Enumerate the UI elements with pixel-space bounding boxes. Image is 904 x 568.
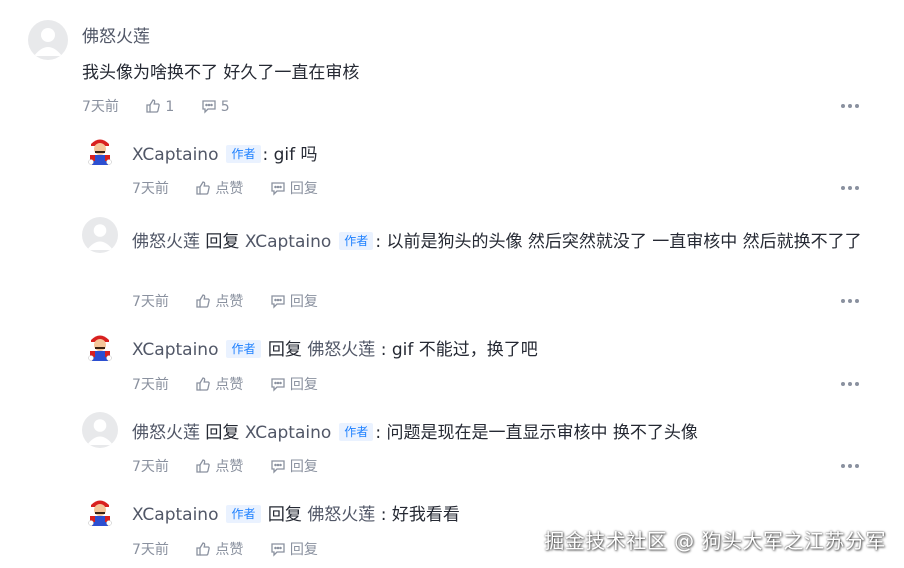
reply-button[interactable]: 回复 — [270, 293, 318, 311]
like-button[interactable]: 点赞 — [195, 541, 243, 559]
like-label: 点赞 — [215, 294, 244, 310]
author-badge: 作者 — [339, 232, 374, 250]
like-button[interactable]: 点赞 — [195, 180, 243, 198]
author-name[interactable]: 佛怒火莲 — [132, 423, 200, 443]
reply-button[interactable]: 回复 — [270, 180, 318, 198]
reply-button[interactable]: 5 — [201, 98, 230, 116]
reply-label: 回复 — [289, 181, 318, 197]
reply-actions: 7天前 点赞 回复 — [132, 458, 318, 476]
reply-label: 回复 — [289, 542, 318, 558]
avatar[interactable] — [82, 217, 118, 253]
thumbs-up-icon — [196, 294, 211, 308]
reply-button[interactable]: 回复 — [270, 458, 318, 476]
reply-word: 回复 — [267, 340, 302, 360]
like-label: 点赞 — [215, 459, 244, 475]
reply-time: 7天前 — [132, 459, 169, 475]
more-options-icon[interactable] — [841, 186, 861, 192]
reply-text: : gif 不能过，换了吧 — [380, 340, 538, 360]
avatar[interactable] — [28, 20, 68, 60]
reply-time: 7天前 — [132, 294, 169, 310]
more-options-icon[interactable] — [841, 104, 861, 110]
like-label: 点赞 — [215, 542, 244, 558]
reply-word: 回复 — [205, 423, 240, 443]
comment-time: 7天前 — [82, 99, 119, 115]
thumbs-up-icon — [146, 99, 161, 113]
reply-word: 回复 — [267, 505, 302, 525]
reply-label: 回复 — [289, 459, 318, 475]
reply-button[interactable]: 回复 — [270, 541, 318, 559]
reply-author-line: 佛怒火莲 回复 XCaptaino 作者: 问题是现在是一直显示审核中 换不了头像 — [132, 422, 698, 444]
mario-avatar-icon — [82, 494, 118, 530]
watermark: 掘金技术社区 @ 狗头大军之江苏分军 — [544, 529, 886, 553]
avatar[interactable] — [82, 412, 118, 448]
author-badge: 作者 — [226, 340, 261, 358]
comment-icon — [202, 100, 216, 114]
mario-avatar-icon — [82, 329, 118, 365]
more-options-icon[interactable] — [841, 464, 861, 470]
reply-author-line: XCaptaino 作者: gif 吗 — [132, 144, 318, 166]
avatar[interactable] — [82, 329, 118, 365]
thumbs-up-icon — [196, 542, 211, 556]
reply-target[interactable]: 佛怒火莲 — [307, 340, 375, 360]
like-button[interactable]: 1 — [145, 98, 174, 116]
reply-author-line: XCaptaino 作者 回复 佛怒火莲 : 好我看看 — [132, 504, 460, 526]
comment-text: 我头像为啥换不了 好久了一直在审核 — [82, 63, 360, 83]
reply-time: 7天前 — [132, 181, 169, 197]
reply-target[interactable]: 佛怒火莲 — [307, 505, 375, 525]
like-label: 点赞 — [215, 377, 244, 393]
author-name[interactable]: XCaptaino — [132, 505, 218, 525]
reply-label: 回复 — [289, 294, 318, 310]
comment-actions: 7天前 1 5 — [82, 98, 230, 116]
reply-time: 7天前 — [132, 377, 169, 393]
reply-text: : gif 吗 — [262, 145, 318, 165]
comment-icon — [271, 460, 285, 474]
comment-icon — [271, 182, 285, 196]
comment-icon — [271, 378, 285, 392]
avatar[interactable] — [82, 133, 118, 169]
avatar[interactable] — [82, 494, 118, 530]
reply-text: : 问题是现在是一直显示审核中 换不了头像 — [375, 423, 698, 443]
reply-actions: 7天前 点赞 回复 — [132, 541, 318, 559]
reply-target[interactable]: XCaptaino — [245, 423, 331, 443]
like-button[interactable]: 点赞 — [195, 376, 243, 394]
author-name[interactable]: 佛怒火莲 — [82, 27, 150, 47]
reply-word: 回复 — [205, 232, 240, 252]
reply-text: : 以前是狗头的头像 然后突然就没了 一直审核中 然后就换不了了 — [375, 232, 862, 252]
like-label: 点赞 — [215, 181, 244, 197]
author-name[interactable]: XCaptaino — [132, 145, 218, 165]
reply-button[interactable]: 回复 — [270, 376, 318, 394]
author-badge: 作者 — [226, 505, 261, 523]
thumbs-up-icon — [196, 459, 211, 473]
comment-icon — [271, 295, 285, 309]
reply-label: 回复 — [289, 377, 318, 393]
more-options-icon[interactable] — [841, 382, 861, 388]
reply-author-line: XCaptaino 作者 回复 佛怒火莲 : gif 不能过，换了吧 — [132, 339, 538, 361]
reply-actions: 7天前 点赞 回复 — [132, 293, 318, 311]
author-name[interactable]: 佛怒火莲 — [132, 232, 200, 252]
author-badge: 作者 — [339, 423, 374, 441]
comment-author[interactable]: 佛怒火莲 — [82, 26, 150, 48]
reply-count: 5 — [220, 99, 230, 115]
author-badge: 作者 — [226, 145, 261, 163]
reply-time: 7天前 — [132, 542, 169, 558]
reply-actions: 7天前 点赞 回复 — [132, 180, 318, 198]
like-button[interactable]: 点赞 — [195, 293, 243, 311]
reply-target[interactable]: XCaptaino — [245, 232, 331, 252]
reply-author-line: 佛怒火莲 回复 XCaptaino 作者: 以前是狗头的头像 然后突然就没了 一直… — [132, 227, 872, 257]
reply-text: : 好我看看 — [380, 505, 460, 525]
mario-avatar-icon — [82, 133, 118, 169]
more-options-icon[interactable] — [841, 299, 861, 305]
like-count: 1 — [165, 99, 175, 115]
author-name[interactable]: XCaptaino — [132, 340, 218, 360]
comment-icon — [271, 543, 285, 557]
like-button[interactable]: 点赞 — [195, 458, 243, 476]
thumbs-up-icon — [196, 181, 211, 195]
thumbs-up-icon — [196, 377, 211, 391]
reply-actions: 7天前 点赞 回复 — [132, 376, 318, 394]
